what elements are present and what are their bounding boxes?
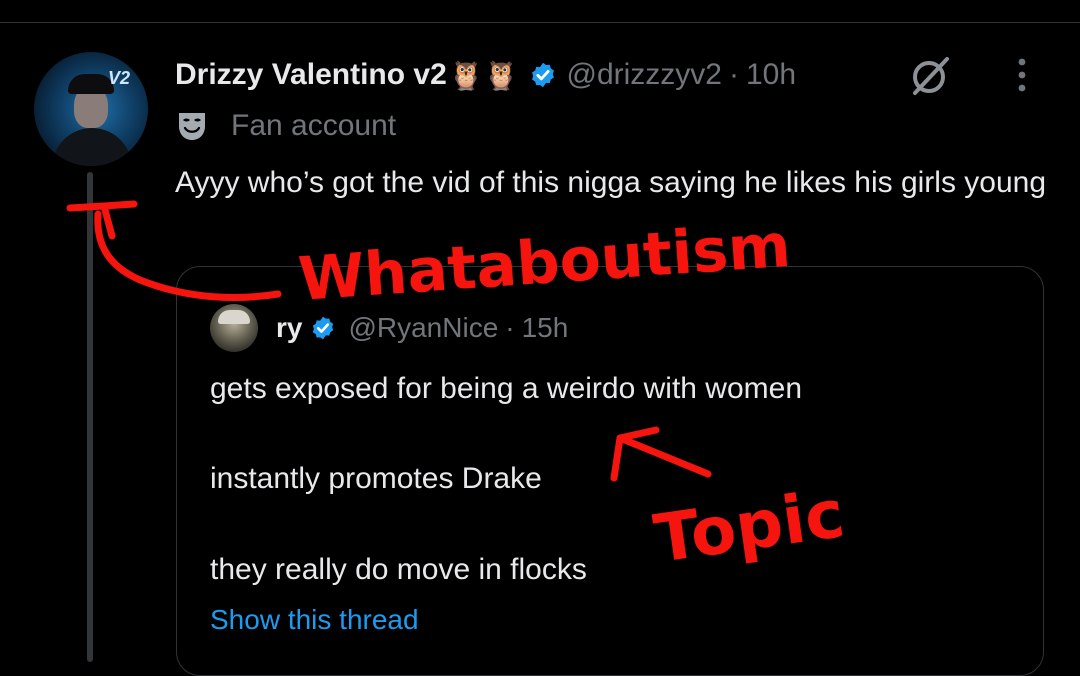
author-handle[interactable]: @drizzzyv2 <box>567 58 722 92</box>
avatar-logo: V2 <box>108 68 131 88</box>
verified-badge-icon[interactable] <box>529 61 557 89</box>
theater-mask-icon <box>179 113 205 140</box>
quoted-author-avatar[interactable] <box>210 304 258 352</box>
author-display-name[interactable]: Drizzy Valentino v2 <box>175 58 447 92</box>
whataboutism-arrowhead <box>66 200 138 240</box>
quoted-text-line-1: gets exposed for being a weirdo with wom… <box>210 372 803 405</box>
quoted-author-handle[interactable]: @RyanNice <box>348 312 498 344</box>
tweet-timestamp[interactable]: 10h <box>746 58 796 92</box>
quoted-verified-badge-icon[interactable] <box>310 315 336 341</box>
quoted-text-line-2: instantly promotes Drake <box>210 462 542 495</box>
quoted-header-separator: · <box>505 312 515 343</box>
quoted-timestamp[interactable]: 15h <box>522 312 569 344</box>
quoted-avatar-hat <box>218 310 250 324</box>
tweet-header: Drizzy Valentino v2 🦉🦉 @drizzzyv2 · 10h <box>175 54 796 96</box>
account-label-text: Fan account <box>231 109 397 142</box>
quoted-text-line-3: they really do move in flocks <box>210 553 587 586</box>
avatar-shirt <box>52 128 132 166</box>
top-divider <box>0 22 1080 23</box>
quoted-author-name[interactable]: ry <box>276 312 302 344</box>
more-vertical-icon[interactable] <box>1012 56 1032 96</box>
header-separator: · <box>728 58 739 91</box>
quoted-tweet-header: ry @RyanNice · 15h <box>210 304 569 352</box>
author-name-emoji: 🦉🦉 <box>448 59 519 91</box>
account-label[interactable]: Fan account <box>175 106 396 146</box>
tweet-body-text: Ayyy who’s got the vid of this nigga say… <box>175 166 1047 199</box>
grok-icon[interactable] <box>905 52 953 100</box>
show-thread-link[interactable]: Show this thread <box>210 604 419 636</box>
thread-connector-line <box>87 172 93 662</box>
author-avatar[interactable]: V2 <box>34 52 148 166</box>
